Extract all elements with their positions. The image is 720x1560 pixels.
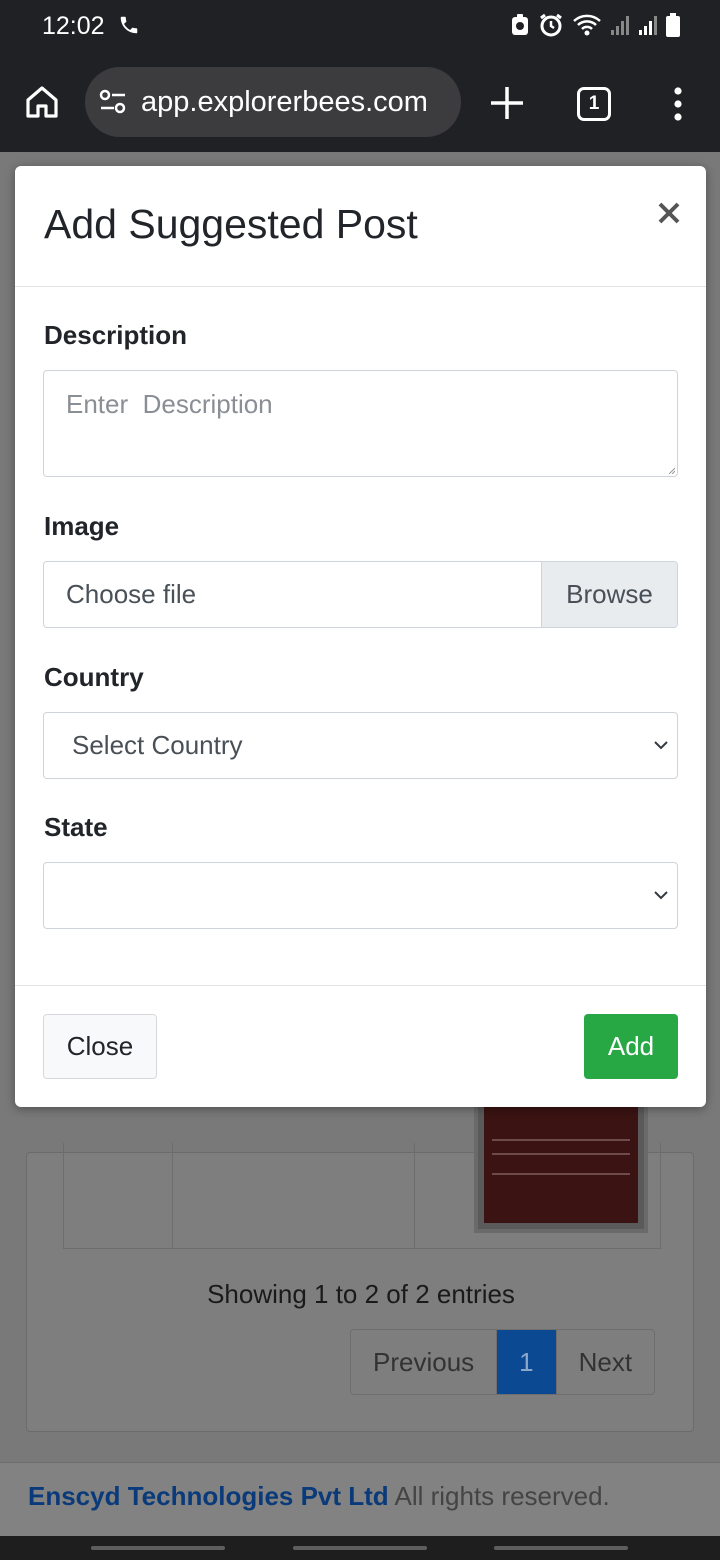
address-bar[interactable]: app.explorerbees.com: [85, 67, 461, 137]
pagination-previous[interactable]: Previous: [351, 1330, 498, 1394]
description-label: Description: [44, 320, 188, 350]
add-suggested-post-modal: Add Suggested Post Description Enter Des…: [15, 166, 706, 1107]
state-select[interactable]: [43, 862, 678, 929]
nav-home-handle[interactable]: [293, 1546, 427, 1550]
system-navigation-bar: [0, 1536, 720, 1560]
footer-company-link[interactable]: Enscyd Technologies Pvt Ltd: [28, 1481, 389, 1511]
description-placeholder: Enter Description: [66, 389, 273, 419]
status-time: 12:02: [42, 12, 105, 40]
modal-footer: Close Add: [15, 985, 706, 1107]
signal-icon-2: [639, 16, 657, 35]
tab-switcher-button[interactable]: 1: [577, 87, 611, 121]
chevron-down-icon: [654, 741, 668, 750]
status-bar: 12:02: [0, 0, 720, 52]
modal-title: Add Suggested Post: [44, 201, 418, 247]
posts-card: Showing 1 to 2 of 2 entries Previous 1 N…: [26, 1063, 694, 1432]
country-label: Country: [44, 662, 144, 692]
new-tab-icon[interactable]: [488, 84, 526, 122]
add-button[interactable]: Add: [584, 1014, 678, 1079]
url-text[interactable]: app.explorerbees.com: [141, 86, 428, 119]
alarm-icon: [540, 13, 562, 37]
nav-back-handle[interactable]: [494, 1546, 628, 1550]
state-label: State: [44, 812, 108, 842]
nav-recents-handle[interactable]: [91, 1546, 225, 1550]
image-file-input[interactable]: Choose file Browse: [43, 561, 678, 628]
resize-grip-icon[interactable]: [669, 468, 675, 474]
close-button[interactable]: Close: [43, 1014, 157, 1079]
close-icon[interactable]: [655, 199, 683, 227]
more-menu-icon[interactable]: [668, 86, 688, 122]
browse-button[interactable]: Browse: [541, 562, 677, 627]
posts-table: [63, 1063, 661, 1249]
image-label: Image: [44, 511, 120, 541]
modal-header: Add Suggested Post: [15, 166, 706, 287]
phone-call-icon: [120, 16, 138, 34]
pagination-page-1[interactable]: 1: [497, 1330, 556, 1394]
footer-text: Enscyd Technologies Pvt Ltd All rights r…: [28, 1481, 610, 1512]
country-select[interactable]: Select Country: [43, 712, 678, 779]
status-icons: [510, 12, 680, 38]
chevron-down-icon: [654, 891, 668, 900]
page-footer: Enscyd Technologies Pvt Ltd All rights r…: [0, 1462, 720, 1536]
site-settings-icon[interactable]: [99, 89, 127, 115]
battery-saver-icon: [512, 14, 528, 35]
description-textarea[interactable]: Enter Description: [43, 370, 678, 477]
browser-toolbar: app.explorerbees.com 1: [0, 52, 720, 152]
country-selected-value: Select Country: [72, 730, 243, 760]
home-icon[interactable]: [22, 82, 62, 122]
table-info-text: Showing 1 to 2 of 2 entries: [207, 1279, 515, 1309]
wifi-icon: [573, 14, 601, 36]
signal-icon-1: [611, 16, 629, 35]
battery-icon: [666, 13, 680, 37]
pagination-next[interactable]: Next: [555, 1330, 655, 1394]
file-input-text: Choose file: [66, 579, 197, 609]
footer-rights: All rights reserved.: [394, 1481, 610, 1511]
pagination: Previous 1 Next: [350, 1329, 656, 1395]
